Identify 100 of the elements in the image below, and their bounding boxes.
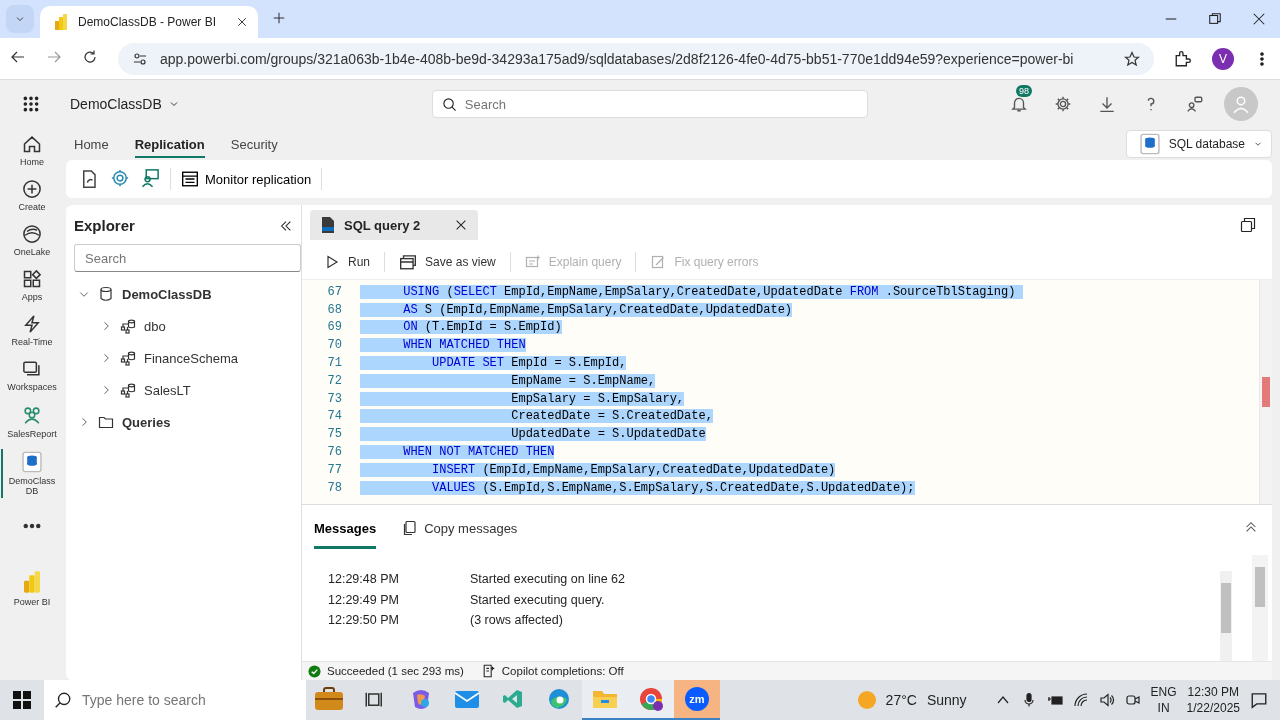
- app-launcher-icon[interactable]: [22, 95, 40, 113]
- nav-item[interactable]: Power BI: [1, 568, 61, 609]
- window-stack-icon[interactable]: [1240, 217, 1256, 233]
- collapse-up-icon[interactable]: [1244, 519, 1258, 534]
- chrome-icon[interactable]: [638, 686, 664, 712]
- tree-item[interactable]: SalesLT: [144, 382, 191, 398]
- taskbar-search-field[interactable]: Type here to search: [44, 680, 306, 720]
- nav-item[interactable]: Workspaces: [1, 357, 61, 394]
- database-icon: [98, 286, 114, 302]
- search-icon: [441, 97, 457, 112]
- message-time: 12:29:50 PM: [328, 613, 400, 628]
- panel-title: Explorer: [74, 217, 135, 234]
- clock[interactable]: 12:30 PM 1/22/2025: [1186, 684, 1240, 716]
- settings-icon[interactable]: [110, 167, 130, 188]
- nav-item[interactable]: Apps: [1, 267, 61, 304]
- browser-tab[interactable]: DemoClassDB - Power BI: [40, 6, 258, 38]
- address-bar[interactable]: app.powerbi.com/groups/321a063b-1b4e-408b-be9d-34293a175ad9/sqldatabases/2d8f2126-4fe0-4d75-bb51-770e1dd94e59?experience=power-bi: [118, 42, 1154, 75]
- line-number: 74: [326, 409, 342, 424]
- tree-item[interactable]: dbo: [144, 318, 166, 334]
- close-icon[interactable]: [454, 218, 468, 232]
- status-text: Copilot completions: Off: [501, 665, 624, 677]
- nav-item[interactable]: Create: [1, 177, 61, 214]
- tree-item[interactable]: FinanceSchema: [144, 350, 238, 366]
- messages-tab[interactable]: Messages: [314, 511, 377, 549]
- line-number: 73: [326, 391, 342, 406]
- notification-icon[interactable]: [1250, 691, 1268, 709]
- scrollbar[interactable]: [1259, 280, 1272, 504]
- close-icon[interactable]: [236, 16, 248, 28]
- monitor-replication-button[interactable]: Monitor replication: [181, 170, 312, 188]
- sql-file-icon: [320, 216, 336, 234]
- schema-icon: [120, 382, 136, 398]
- line-number: 72: [326, 373, 342, 388]
- plus-circle-icon: [22, 179, 42, 199]
- schema-icon: [120, 318, 136, 334]
- windows-start-icon[interactable]: [13, 691, 31, 709]
- taskbar-app[interactable]: [628, 680, 674, 720]
- browser-wave-icon[interactable]: [547, 687, 571, 711]
- search-field[interactable]: Search: [74, 244, 301, 272]
- search-field[interactable]: Search: [431, 90, 868, 118]
- line-number: 68: [326, 302, 342, 317]
- copy-icon: [402, 520, 419, 536]
- copy-messages-button[interactable]: Copy messages: [396, 519, 524, 537]
- folder-icon[interactable]: [592, 688, 618, 710]
- toolbar-button[interactable]: Run: [318, 254, 376, 270]
- nav-item[interactable]: Home: [1, 132, 61, 169]
- apps-icon: [22, 269, 42, 289]
- database-icon: [1138, 133, 1161, 155]
- camera-icon[interactable]: [1124, 692, 1141, 708]
- scrollbar[interactable]: [1220, 571, 1232, 661]
- tree-item[interactable]: Queries: [122, 414, 171, 430]
- monitor-person-icon[interactable]: [140, 167, 160, 188]
- monitor-grid-icon: [181, 170, 199, 188]
- nav-item[interactable]: SalesReport: [1, 402, 61, 441]
- puzzle-icon[interactable]: [1174, 49, 1192, 68]
- sun-icon: [857, 691, 876, 709]
- message-text: Started executing on line 62: [470, 572, 625, 587]
- taskbar-app[interactable]: zm: [674, 680, 720, 720]
- nav-item[interactable]: Real-Time: [1, 312, 61, 349]
- reload-icon[interactable]: [82, 49, 98, 65]
- play-icon: [324, 254, 340, 270]
- language-indicator[interactable]: ENG IN: [1150, 684, 1177, 716]
- ribbon-tab[interactable]: Security: [230, 130, 278, 158]
- star-icon[interactable]: [1124, 50, 1140, 67]
- workspace-dropdown[interactable]: DemoClassDB: [70, 96, 180, 112]
- profile-avatar[interactable]: V: [1212, 47, 1234, 70]
- line-number: 78: [326, 480, 342, 495]
- nav-item[interactable]: OneLake: [1, 222, 61, 259]
- query-tab[interactable]: SQL query 2: [310, 210, 478, 240]
- folder-icon: [98, 414, 114, 430]
- speaker-icon[interactable]: [1098, 692, 1115, 708]
- message-time: 12:29:48 PM: [328, 572, 400, 587]
- wifi-icon[interactable]: [1072, 692, 1089, 708]
- scrollbar[interactable]: [1252, 555, 1268, 661]
- briefcase-icon[interactable]: [314, 686, 344, 712]
- site-settings-icon[interactable]: [132, 50, 148, 67]
- mode-dropdown[interactable]: SQL database: [1125, 130, 1272, 158]
- temperature: 27°C: [885, 692, 917, 708]
- back-icon[interactable]: [10, 49, 26, 65]
- forward-icon[interactable]: [46, 49, 62, 65]
- notification-badge: 98: [1016, 85, 1032, 97]
- line-number: 67: [326, 284, 342, 299]
- toolbar-button[interactable]: Save as view: [393, 253, 502, 271]
- bell-icon[interactable]: [1010, 95, 1028, 113]
- line-number: 75: [326, 427, 342, 442]
- line-number: 71: [326, 356, 342, 371]
- download-icon[interactable]: [1098, 95, 1116, 113]
- share-people-icon[interactable]: [1186, 95, 1204, 113]
- mail-icon[interactable]: [454, 688, 480, 710]
- collapse-icon[interactable]: [279, 218, 293, 233]
- ribbon-tab[interactable]: Home: [74, 130, 109, 158]
- nav-item[interactable]: DemoClass DB: [1, 449, 61, 498]
- ribbon-tab[interactable]: Replication: [134, 130, 205, 158]
- message-time: 12:29:49 PM: [328, 592, 400, 607]
- line-number: 76: [326, 445, 342, 460]
- line-number: 77: [326, 462, 342, 477]
- settings-icon[interactable]: [1054, 95, 1072, 113]
- tree-item[interactable]: DemoClassDB: [122, 286, 212, 302]
- plus-icon[interactable]: [272, 10, 286, 25]
- close-icon[interactable]: [1252, 12, 1266, 26]
- restore-icon[interactable]: [1208, 12, 1222, 26]
